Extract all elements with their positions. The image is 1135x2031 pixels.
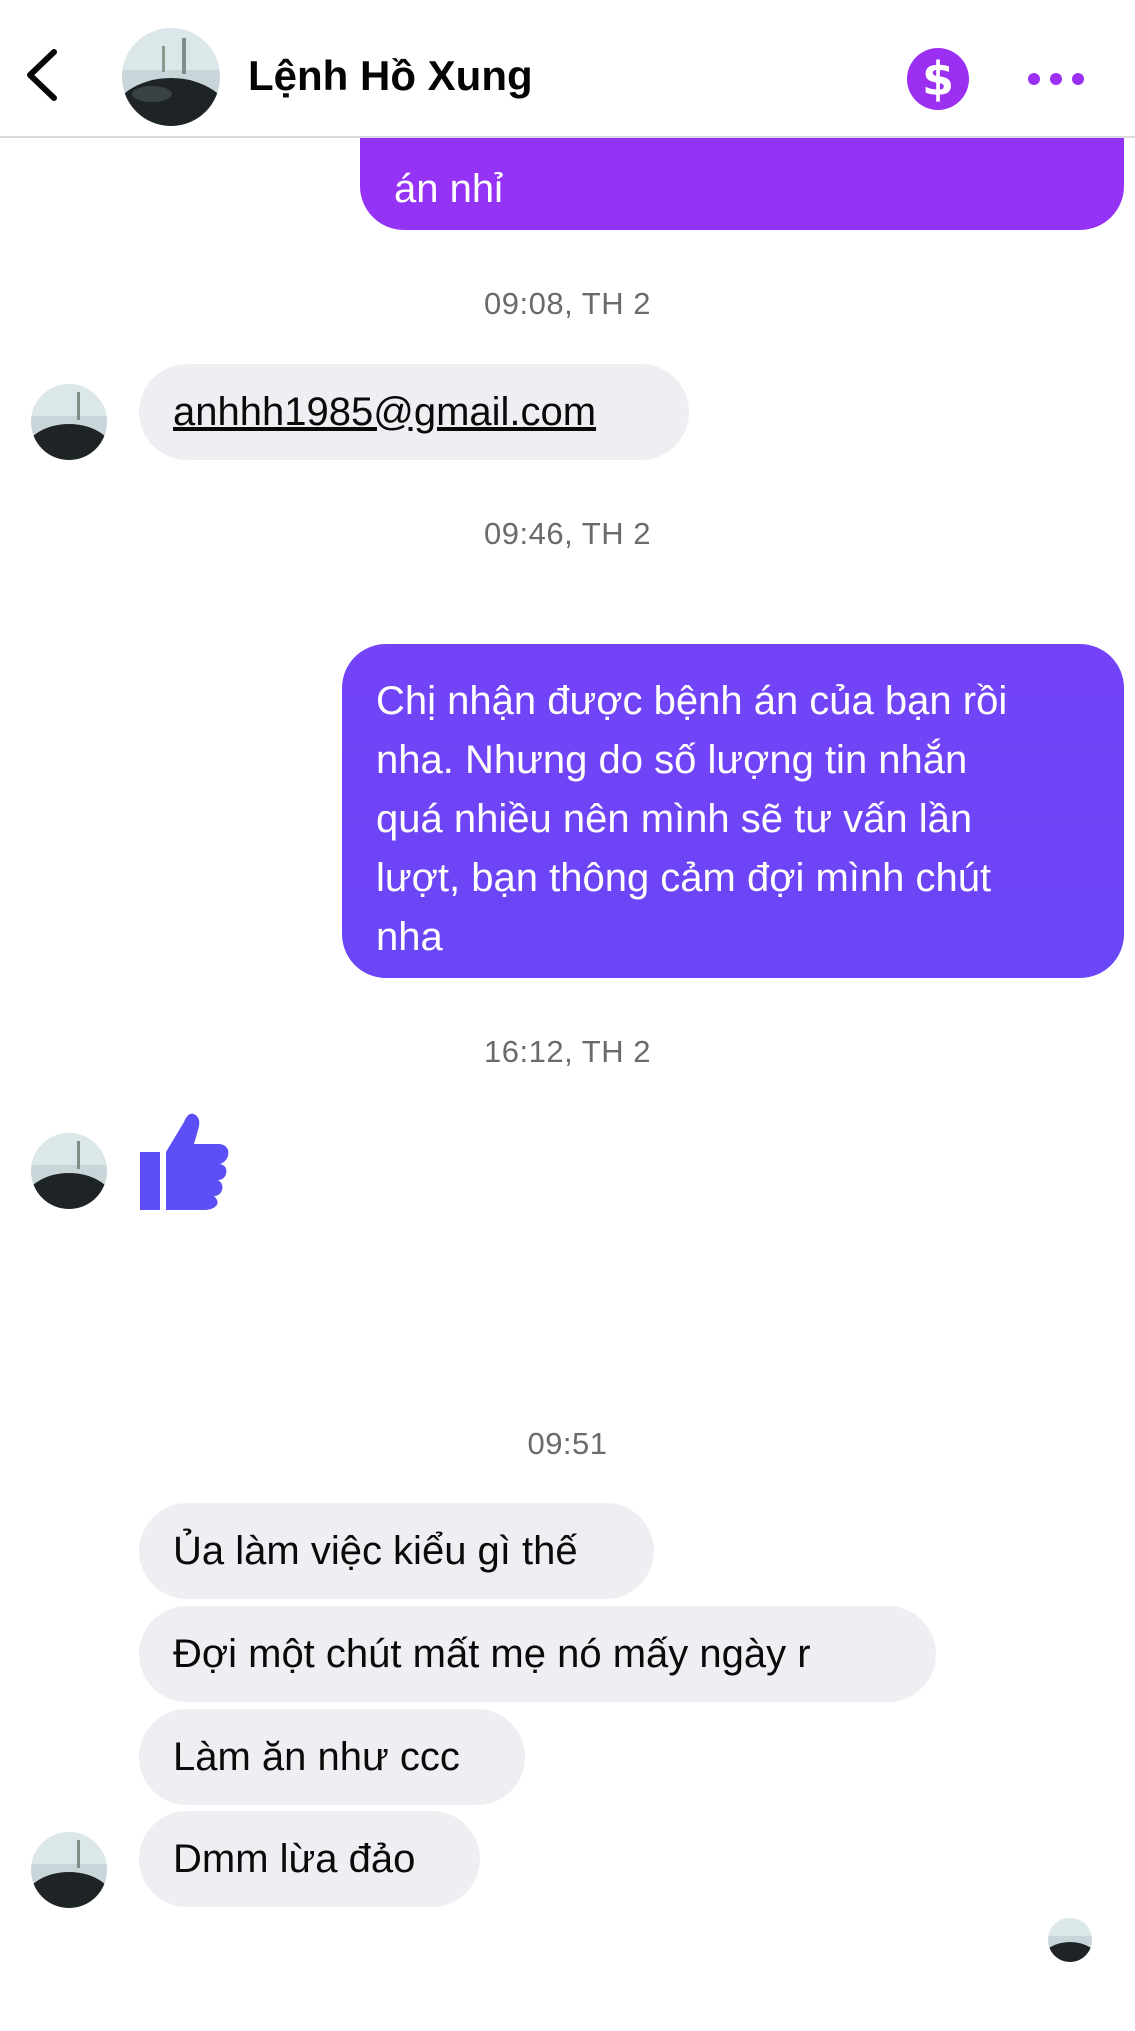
sender-avatar[interactable] [31, 1832, 107, 1908]
timestamp: 16:12, TH 2 [484, 1034, 651, 1069]
outgoing-message[interactable]: Chị nhận được bệnh án của bạn rồi nha. N… [342, 644, 1124, 978]
incoming-message[interactable]: Làm ăn như ccc [139, 1709, 525, 1805]
email-link[interactable]: anhhh1985@gmail.com [173, 383, 596, 442]
chat-header: Lệnh Hồ Xung $ [0, 0, 1135, 138]
more-options-button[interactable] [1028, 58, 1084, 100]
contact-name[interactable]: Lệnh Hồ Xung [248, 52, 533, 100]
message-text: Làm ăn như ccc [173, 1734, 460, 1779]
back-button[interactable] [14, 42, 74, 108]
payment-button[interactable]: $ [907, 48, 969, 110]
timestamp: 09:08, TH 2 [484, 286, 651, 321]
incoming-message[interactable]: anhhh1985@gmail.com [139, 364, 689, 460]
more-icon-dot [1050, 73, 1062, 85]
thumbs-up-icon[interactable] [136, 1108, 232, 1212]
sender-avatar[interactable] [31, 384, 107, 460]
more-icon [1028, 73, 1040, 85]
incoming-message[interactable]: Dmm lừa đảo [139, 1811, 480, 1907]
more-icon-dot [1072, 73, 1084, 85]
message-text: Dmm lừa đảo [173, 1836, 416, 1881]
incoming-message[interactable]: Ủa làm việc kiểu gì thế [139, 1503, 654, 1599]
message-text: Đợi một chút mất mẹ nó mấy ngày r [173, 1631, 811, 1676]
message-text: Ủa làm việc kiểu gì thế [173, 1528, 578, 1573]
incoming-message[interactable]: Đợi một chút mất mẹ nó mấy ngày r [139, 1606, 936, 1702]
message-text: Chị nhận được bệnh án của bạn rồi nha. N… [376, 679, 1008, 959]
chevron-left-icon [27, 49, 57, 101]
message-text: án nhỉ [394, 167, 503, 211]
dollar-icon: $ [921, 52, 954, 106]
seen-avatar [1048, 1918, 1092, 1962]
timestamp: 09:51 [527, 1426, 608, 1461]
sender-avatar[interactable] [31, 1133, 107, 1209]
timestamp: 09:46, TH 2 [484, 516, 651, 551]
contact-avatar[interactable] [122, 28, 220, 126]
